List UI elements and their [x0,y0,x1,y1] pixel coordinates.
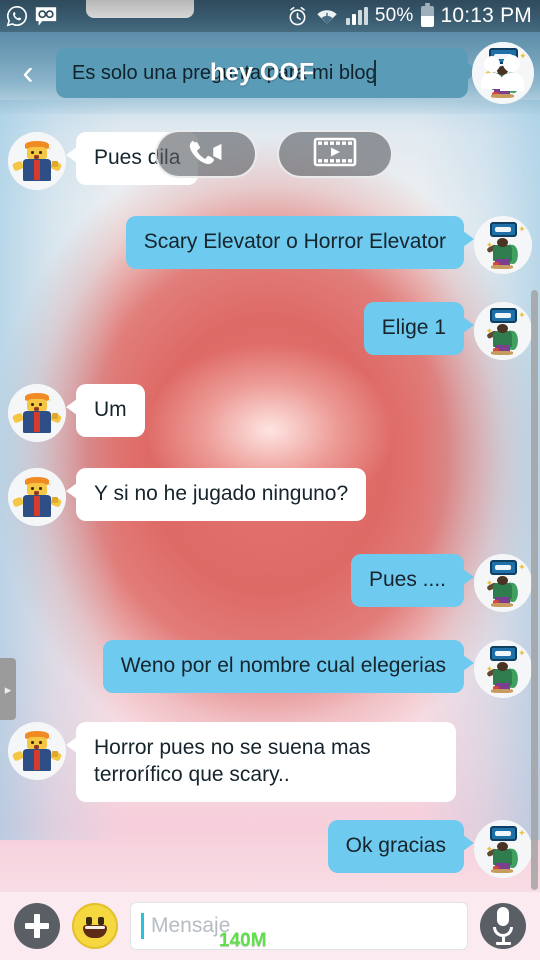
scrollbar-thumb[interactable] [531,290,538,890]
message-input[interactable]: Mensaje 140M [130,902,468,951]
wifi-icon [315,7,339,26]
message-row[interactable]: Scary Elevator o Horror Elevator ✦ ✦ [0,216,540,274]
avatar-painter[interactable]: ✦ ✦ [474,302,532,360]
header-avatar[interactable]: ✦✦ [472,42,534,104]
video-call-icon [186,138,226,171]
avatar-painter[interactable]: ✦ ✦ [474,216,532,274]
video-clip-button[interactable] [277,130,393,178]
avatar-art-painter: ✦✦ [474,820,532,878]
message-bubble[interactable]: Um [66,384,145,437]
avatar-emmet[interactable] [8,384,66,442]
avatar-painter[interactable]: ✦ ✦ [474,640,532,698]
whatsapp-icon [6,5,28,27]
message-row[interactable]: Pues dila [0,132,540,190]
film-play-icon [313,136,357,173]
back-chevron-icon: ‹ [22,54,34,92]
message-row[interactable]: Elige 1 ✦ ✦ [0,302,540,360]
signal-bars-icon [345,7,368,25]
status-bar-clock: 10:13 PM [440,4,532,27]
message-bubble[interactable]: Elige 1 [363,302,475,355]
battery-percent-label: 50% [374,5,414,26]
avatar-painter[interactable]: ✦ ✦ [474,820,532,878]
avatar-art-emmet [8,384,66,442]
video-call-button[interactable] [155,130,257,178]
avatar-art-emmet [8,132,66,190]
message-bubble[interactable]: Weno por el nombre cual elegerias [102,640,475,693]
avatar-painter[interactable]: ✦ ✦ [474,554,532,612]
smiley-icon [86,917,92,925]
phone-screen: 50% 10:13 PM ‹ Es solo una pregunta para… [0,0,540,960]
avatar-emmet[interactable] [8,132,66,190]
chat-header: ‹ Es solo una pregunta para mi blog hey … [0,32,540,114]
alarm-icon [287,6,308,27]
message-bubble[interactable]: Ok gracias [327,820,475,873]
message-bubble[interactable]: Pues .... [350,554,475,607]
message-row[interactable]: Um [0,384,540,442]
avatar-art-emmet [8,468,66,526]
status-bar: 50% 10:13 PM [0,0,540,32]
microphone-icon [497,907,509,926]
avatar-art-painter: ✦✦ [474,216,532,274]
scrollbar-track[interactable] [531,290,538,890]
message-list[interactable]: Pues dila Scary Elevator o Horror Elevato… [0,114,540,892]
avatar-art-emmet [8,722,66,780]
message-bubble[interactable]: Y si no he jugado ninguno? [65,468,367,521]
microphone-button[interactable] [480,903,526,949]
voicemail-icon [34,6,58,27]
attach-button[interactable] [14,903,60,949]
message-row[interactable]: Pues .... ✦ ✦ [0,554,540,612]
message-input-bar: Mensaje 140M [0,892,540,960]
message-row[interactable]: Weno por el nombre cual elegerias ✦ ✦ [0,640,540,698]
text-caret [374,60,376,86]
message-row[interactable]: Ok gracias ✦ ✦ [0,820,540,878]
header-bubble-text: Es solo una pregunta para mi blog [72,61,377,84]
avatar-art-painter: ✦✦ [474,640,532,698]
header-message-bubble: Es solo una pregunta para mi blog hey OO… [56,48,479,98]
status-bar-left-icons [0,5,58,27]
avatar-art-painter: ✦✦ [474,554,532,612]
overlay-pill-artifact [86,0,194,18]
message-bubble[interactable]: Horror pues no se suena mas terrorífico … [66,722,456,802]
message-row[interactable]: Horror pues no se suena mas terrorífico … [0,722,540,802]
message-row[interactable]: Y si no he jugado ninguno? [0,468,540,526]
avatar-emmet[interactable] [8,722,66,780]
avatar-emmet[interactable] [8,468,66,526]
back-button[interactable]: ‹ [0,32,56,114]
battery-icon [420,2,434,27]
input-caret [141,913,144,939]
message-bubble[interactable]: Scary Elevator o Horror Elevator [125,216,475,269]
side-drawer-handle[interactable]: ▸ [0,658,16,720]
avatar-art-painter: ✦✦ [474,302,532,360]
group-avatar-icon [472,42,534,104]
message-input-placeholder: Mensaje [151,914,231,937]
emoji-button[interactable] [72,903,118,949]
chevron-right-icon: ▸ [4,681,12,697]
status-bar-right-icons: 50% 10:13 PM [287,2,540,28]
